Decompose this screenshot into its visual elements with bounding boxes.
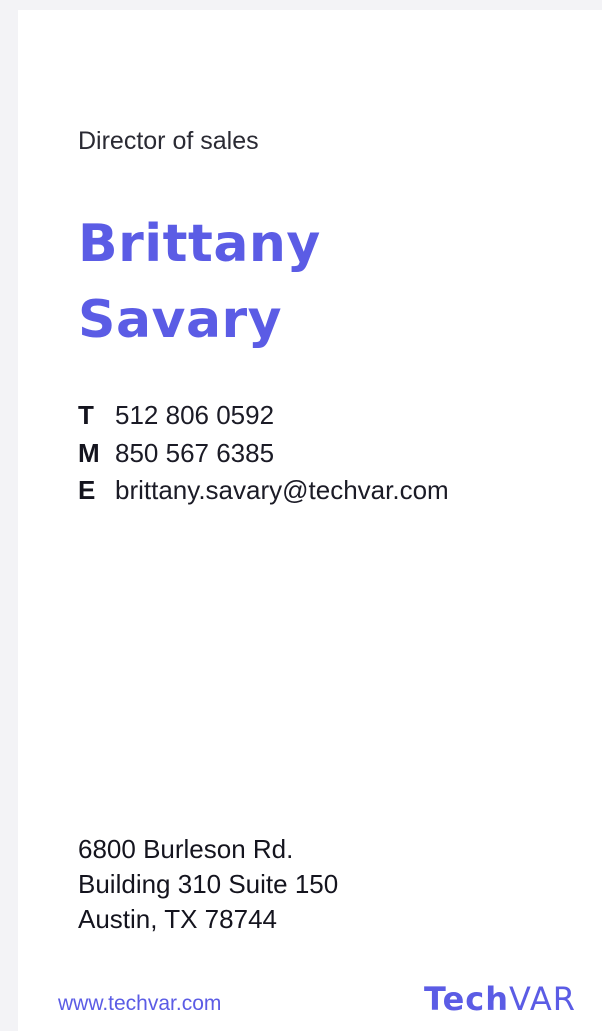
first-name: Brittany (78, 214, 321, 274)
contact-phone: T 512 806 0592 (78, 400, 449, 438)
business-card: Director of sales Brittany Savary T 512 … (18, 10, 602, 1031)
address-line-1: 6800 Burleson Rd. (78, 834, 294, 864)
postal-address: 6800 Burleson Rd. Building 310 Suite 150… (78, 832, 338, 937)
address-line-2: Building 310 Suite 150 (78, 869, 339, 899)
last-name: Savary (78, 290, 283, 350)
address-line-3: Austin, TX 78744 (78, 904, 277, 934)
logo-part-var: VAR (509, 980, 576, 1018)
website-link[interactable]: www.techvar.com (58, 992, 221, 1016)
person-name: Brittany Savary (78, 206, 321, 358)
contact-key-email: E (78, 475, 96, 505)
email-address[interactable]: brittany.savary@techvar.com (115, 475, 449, 506)
phone-number[interactable]: 512 806 0592 (115, 400, 274, 431)
techvar-logo: TechVAR (424, 980, 576, 1018)
mobile-number[interactable]: 850 567 6385 (115, 438, 274, 469)
contact-key-phone: T (78, 400, 94, 430)
job-title: Director of sales (78, 127, 259, 155)
contact-list: T 512 806 0592 M 850 567 6385 E brittany… (78, 400, 449, 513)
contact-mobile: M 850 567 6385 (78, 438, 449, 476)
contact-key-mobile: M (78, 437, 100, 468)
contact-email: E brittany.savary@techvar.com (78, 475, 449, 513)
logo-part-tech: Tech (424, 980, 510, 1018)
